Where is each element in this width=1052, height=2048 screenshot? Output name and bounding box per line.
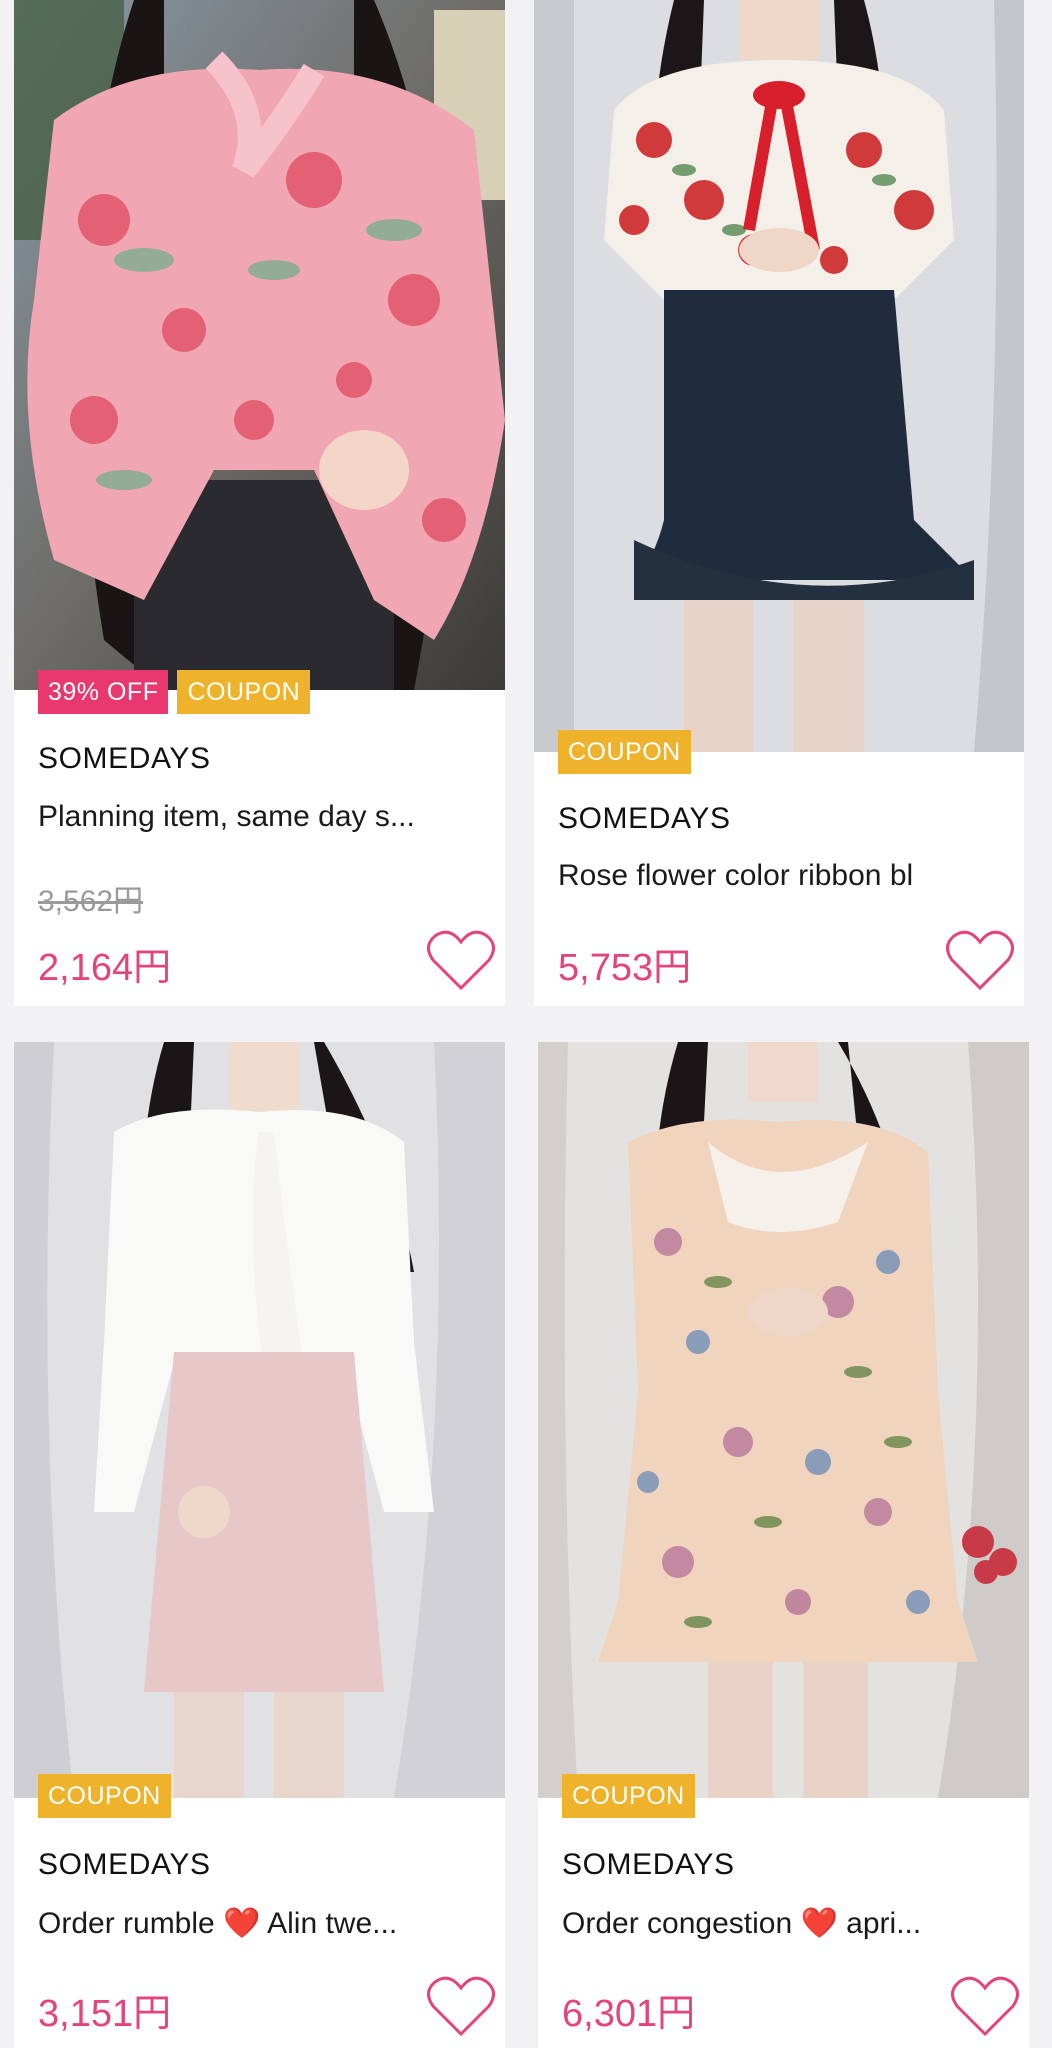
sale-price: 6,301円 xyxy=(562,1993,696,2035)
sale-price: 2,164円 xyxy=(38,947,172,989)
heart-outline-icon[interactable] xyxy=(425,1974,497,2040)
product-title-text: Alin twe... xyxy=(260,1907,398,1940)
brand-name: SOMEDAYS xyxy=(558,802,731,835)
product-title[interactable]: Rose flower color ribbon bl xyxy=(558,859,1006,893)
coupon-badge: COUPON xyxy=(558,730,691,774)
product-photo-floral-mini-dress xyxy=(538,1042,1029,1798)
product-image[interactable] xyxy=(534,0,1024,752)
product-title[interactable]: Planning item, same day s... xyxy=(38,800,487,834)
brand-name: SOMEDAYS xyxy=(38,1848,211,1881)
product-card[interactable]: 39% OFF COUPON SOMEDAYS Planning item, s… xyxy=(14,0,505,1006)
discount-badge: 39% OFF xyxy=(38,670,169,714)
sale-price: 5,753円 xyxy=(558,947,692,989)
product-title-text: Order rumble xyxy=(38,1907,224,1940)
product-card[interactable]: COUPON SOMEDAYS Order rumble ❤️ Alin twe… xyxy=(14,1042,505,2048)
product-card[interactable]: COUPON SOMEDAYS Rose flower color ribbon… xyxy=(534,0,1024,1006)
product-card[interactable]: COUPON SOMEDAYS Order congestion ❤️ apri… xyxy=(538,1042,1029,2048)
product-photo-floral-pink-blouse xyxy=(14,0,505,690)
coupon-badge: COUPON xyxy=(177,670,311,714)
brand-name: SOMEDAYS xyxy=(562,1848,735,1881)
product-title[interactable]: Order rumble ❤️ Alin twe... xyxy=(38,1906,487,1941)
brand-name: SOMEDAYS xyxy=(38,742,211,775)
product-title-text: apri... xyxy=(837,1907,922,1940)
original-price: 3,562円 xyxy=(38,885,144,918)
red-heart-emoji: ❤️ xyxy=(800,1907,838,1940)
product-photo-white-blouse-pink-skirt xyxy=(14,1042,505,1798)
heart-outline-icon[interactable] xyxy=(944,928,1016,994)
product-grid: 39% OFF COUPON SOMEDAYS Planning item, s… xyxy=(0,0,1052,2048)
product-image[interactable] xyxy=(14,1042,505,1798)
coupon-badge: COUPON xyxy=(38,1774,171,1818)
coupon-badge: COUPON xyxy=(562,1774,695,1818)
product-title[interactable]: Order congestion ❤️ apri... xyxy=(562,1906,1011,1941)
product-photo-rose-ribbon-blouse xyxy=(534,0,1024,752)
product-image[interactable] xyxy=(538,1042,1029,1798)
product-title-text: Order congestion xyxy=(562,1907,801,1940)
red-heart-emoji: ❤️ xyxy=(223,1907,261,1940)
heart-outline-icon[interactable] xyxy=(425,928,497,994)
product-image[interactable] xyxy=(14,0,505,690)
sale-price: 3,151円 xyxy=(38,1993,172,2035)
heart-outline-icon[interactable] xyxy=(949,1974,1021,2040)
